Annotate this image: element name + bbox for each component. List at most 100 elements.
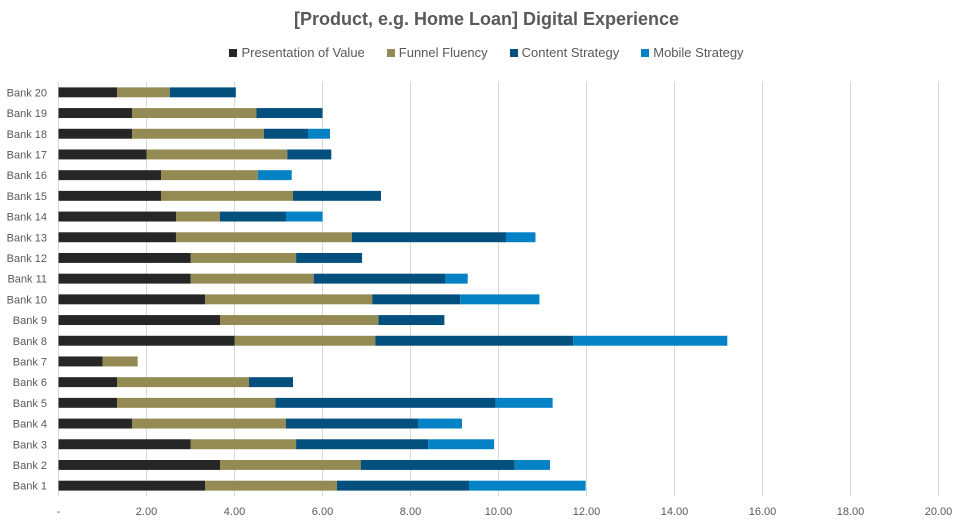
- bar-segment-presentation-of-value: [58, 252, 191, 263]
- x-tick-label: 10.00: [485, 506, 513, 518]
- bar-segment-mobile-strategy: [495, 397, 553, 408]
- bar-segment-content-strategy: [287, 149, 332, 160]
- category-label: Bank 18: [7, 129, 47, 141]
- bar-segment-funnel-fluency: [234, 335, 376, 346]
- bar-segment-content-strategy: [372, 294, 461, 305]
- category-label: Bank 15: [7, 191, 47, 203]
- bar-segment-content-strategy: [378, 315, 445, 326]
- bar-segment-presentation-of-value: [58, 356, 103, 367]
- bar-segment-presentation-of-value: [58, 273, 191, 284]
- category-label: Bank 10: [7, 294, 47, 306]
- bar-segment-funnel-fluency: [190, 439, 297, 450]
- bar-segment-presentation-of-value: [58, 87, 118, 98]
- bar-segment-funnel-fluency: [117, 397, 276, 408]
- bar-segment-mobile-strategy: [428, 439, 495, 450]
- category-label: Bank 4: [13, 419, 47, 431]
- category-label: Bank 20: [7, 87, 47, 99]
- bar-segment-presentation-of-value: [58, 128, 132, 139]
- bar-segment-content-strategy: [219, 211, 286, 222]
- bar-segment-funnel-fluency: [161, 170, 258, 181]
- x-tick-label: 6.00: [312, 506, 333, 518]
- x-tick-label: 16.00: [749, 506, 777, 518]
- bar-segment-content-strategy: [285, 418, 418, 429]
- bar-segment-funnel-fluency: [205, 294, 373, 305]
- bar-segment-content-strategy: [256, 108, 323, 119]
- chart-plot: - 2.00 4.00 6.00 8.00 10.00 12.00 14.00 16.00 18.…: [7, 82, 952, 518]
- bar-segment-content-strategy: [375, 335, 574, 346]
- x-tick-label: 14.00: [661, 506, 689, 518]
- bar-segment-mobile-strategy: [257, 170, 292, 181]
- category-label: Bank 14: [7, 212, 47, 224]
- bar-segment-mobile-strategy: [307, 128, 330, 139]
- bar-segment-content-strategy: [263, 128, 308, 139]
- bar-segment-funnel-fluency: [205, 480, 338, 491]
- bar-segment-funnel-fluency: [190, 273, 314, 284]
- bar-segment-content-strategy: [169, 87, 236, 98]
- bar-segment-content-strategy: [249, 377, 294, 388]
- bar-segment-presentation-of-value: [58, 459, 220, 470]
- bar-segment-funnel-fluency: [219, 315, 379, 326]
- category-label: Bank 16: [7, 170, 47, 182]
- category-label: Bank 17: [7, 149, 47, 161]
- category-label: Bank 12: [7, 253, 47, 265]
- category-label: Bank 1: [13, 481, 47, 493]
- bar-segment-funnel-fluency: [175, 211, 220, 222]
- bar-segment-content-strategy: [296, 252, 363, 263]
- bar-segment-mobile-strategy: [417, 418, 462, 429]
- bar-segment-presentation-of-value: [58, 335, 235, 346]
- bar-segment-presentation-of-value: [58, 377, 118, 388]
- bar-segment-mobile-strategy: [514, 459, 550, 470]
- bar-segment-content-strategy: [293, 190, 382, 201]
- bar-segment-funnel-fluency: [146, 149, 288, 160]
- bar-segment-presentation-of-value: [58, 232, 176, 243]
- bar-segment-presentation-of-value: [58, 108, 132, 119]
- category-label: Bank 7: [13, 356, 47, 368]
- bar-segment-presentation-of-value: [58, 439, 191, 450]
- x-tick-label: -: [57, 506, 61, 518]
- bar-segment-presentation-of-value: [58, 294, 206, 305]
- x-tick-label: 12.00: [573, 506, 601, 518]
- bar-segment-funnel-fluency: [131, 418, 286, 429]
- category-label: Bank 11: [7, 274, 47, 286]
- bar-segment-mobile-strategy: [505, 232, 536, 243]
- bar-segment-presentation-of-value: [58, 190, 162, 201]
- category-label: Bank 9: [13, 315, 47, 327]
- bar-segment-presentation-of-value: [58, 397, 118, 408]
- bar-segment-funnel-fluency: [175, 232, 352, 243]
- bar-segment-mobile-strategy: [285, 211, 323, 222]
- bar-segment-funnel-fluency: [161, 190, 294, 201]
- bar-segment-presentation-of-value: [58, 211, 176, 222]
- category-label: Bank 19: [7, 108, 47, 120]
- category-label: Bank 5: [13, 398, 47, 410]
- bar-segment-funnel-fluency: [190, 252, 297, 263]
- category-label: Bank 13: [7, 232, 47, 244]
- category-label: Bank 2: [13, 460, 47, 472]
- bar-segment-mobile-strategy: [460, 294, 540, 305]
- category-label: Bank 6: [13, 377, 47, 389]
- category-label: Bank 8: [13, 336, 47, 348]
- bar-segment-funnel-fluency: [131, 108, 257, 119]
- bar-segment-funnel-fluency: [117, 87, 170, 98]
- bar-segment-presentation-of-value: [58, 149, 147, 160]
- bar-segment-content-strategy: [360, 459, 515, 470]
- bar-segment-funnel-fluency: [219, 459, 361, 470]
- bar-segment-presentation-of-value: [58, 480, 206, 491]
- bar-segment-mobile-strategy: [573, 335, 728, 346]
- bar-segment-funnel-fluency: [102, 356, 138, 367]
- bar-segment-mobile-strategy: [469, 480, 586, 491]
- bar-segment-presentation-of-value: [58, 170, 162, 181]
- bar-segment-content-strategy: [313, 273, 446, 284]
- bar-segment-content-strategy: [337, 480, 470, 491]
- x-tick-label: 8.00: [400, 506, 421, 518]
- bar-segment-funnel-fluency: [117, 377, 250, 388]
- bar-segment-presentation-of-value: [58, 418, 132, 429]
- x-tick-label: 4.00: [224, 506, 245, 518]
- category-label: Bank 3: [13, 439, 47, 451]
- bar-segment-content-strategy: [351, 232, 506, 243]
- bar-segment-content-strategy: [296, 439, 429, 450]
- bar-segment-presentation-of-value: [58, 315, 220, 326]
- x-tick-label: 2.00: [136, 506, 157, 518]
- bar-segment-content-strategy: [275, 397, 496, 408]
- bar-segment-mobile-strategy: [445, 273, 468, 284]
- x-tick-label: 18.00: [837, 506, 865, 518]
